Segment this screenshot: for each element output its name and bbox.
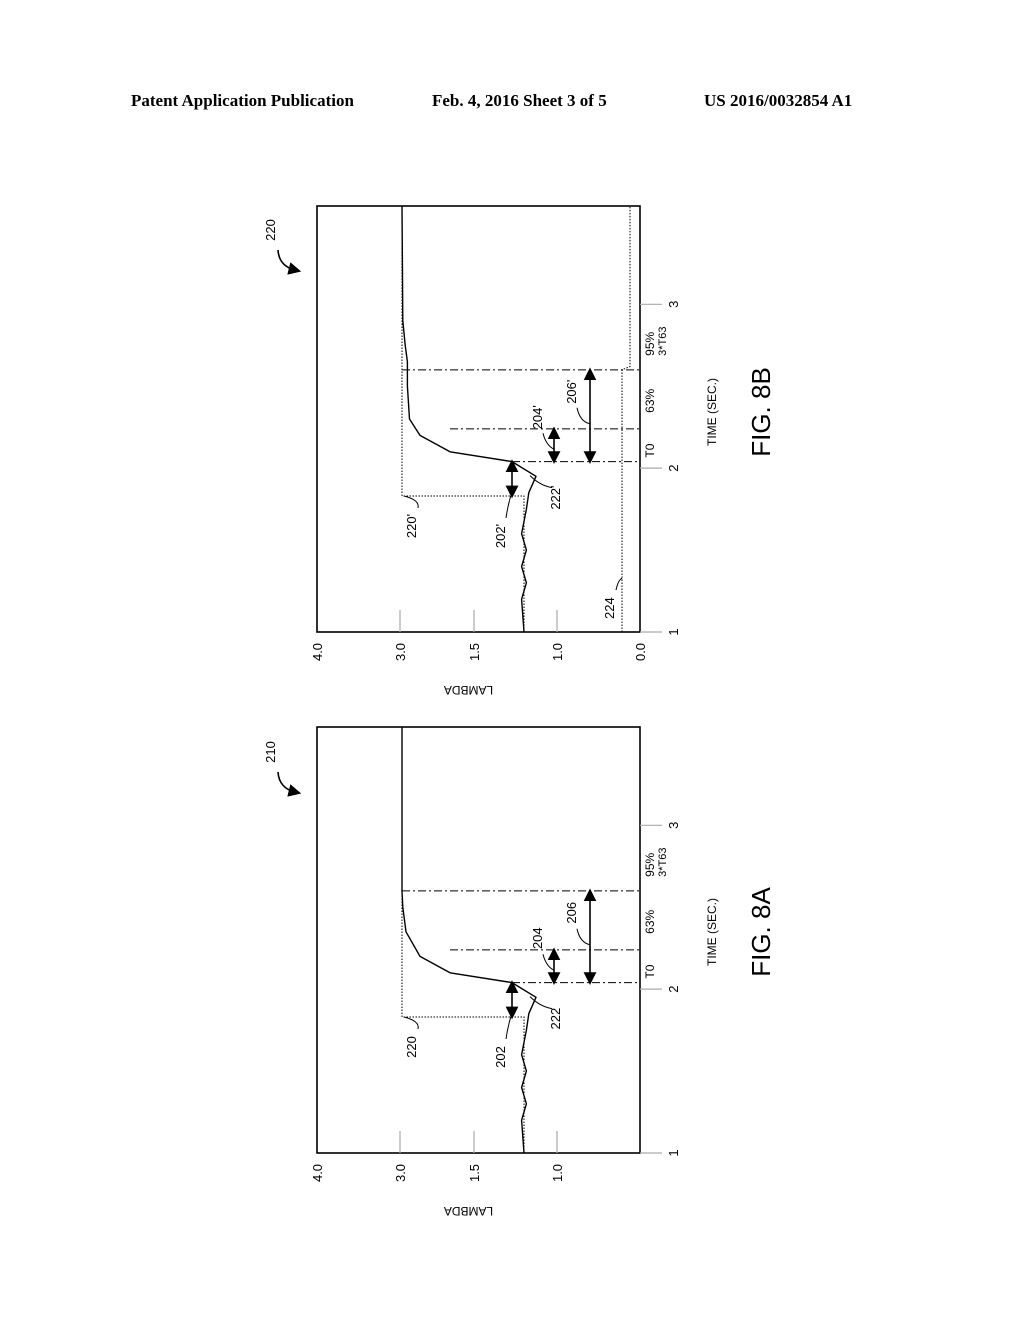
time-tick-label: 2 [666,986,681,993]
annotation-label: 224 [602,597,617,619]
annotation-label: 220 [404,1036,419,1058]
leader-line [615,577,623,591]
figure-ref-arrow [277,249,302,275]
series-dotted-224 [621,206,631,632]
marker-label: 63% [643,388,657,412]
annotation-label: 222' [548,486,563,510]
series-line-222 [401,727,537,1154]
lambda-tick-label: 3.0 [393,643,408,661]
figures: 1 2 3 4.0 3.0 1.5 1.0 0.0 LAMBDA TIME (SEC.) FIG. … [263,205,776,1218]
lambda-tick-label: 1.0 [550,643,565,661]
plot-frame [316,726,641,1154]
lambda-tick-label: 1.5 [467,1164,482,1182]
marker-sublabel: 3*T63 [657,326,669,355]
lambda-tick-label: 4.0 [310,643,325,661]
marker-label: T0 [643,443,657,457]
time-tick-label: 3 [666,822,681,829]
leader-line [576,407,591,425]
lambda-tick-label: 1.0 [550,1164,565,1182]
lambda-tick-label: 0.0 [633,643,648,661]
figure-8b: 1 2 3 4.0 3.0 1.5 1.0 0.0 LAMBDA TIME (SEC.) FIG. … [263,205,776,697]
marker-label: T0 [643,964,657,978]
annotation-label: 220' [404,514,419,538]
time-tick-label: 1 [666,1149,681,1156]
time-axis-label: TIME (SEC.) [705,378,719,446]
series-dotted-220p [401,206,525,632]
time-tick-label: 3 [666,301,681,308]
leader-line [403,1016,419,1030]
figure-8a: 1 2 3 4.0 3.0 1.5 1.0 LAMBDA TIME (SEC.) FIG. 8A 2… [263,726,776,1218]
leader-line [576,928,591,946]
time-axis-label: TIME (SEC.) [705,898,719,966]
annotation-label: 202' [493,524,508,548]
annotation-label: 204' [530,405,545,429]
marker-label: 95% [643,331,657,355]
series-dotted-220 [401,727,525,1153]
annotation-label: 206 [564,902,579,924]
figure-ref-numeral: 210 [263,741,278,763]
lambda-tick-label: 3.0 [393,1164,408,1182]
lambda-axis-label: LAMBDA [444,1204,493,1218]
series-line-222p [401,205,537,633]
lambda-axis-label: LAMBDA [444,683,493,697]
figure-label: FIG. 8B [746,367,776,457]
figure-label: FIG. 8A [746,887,776,977]
lambda-tick-label: 1.5 [467,643,482,661]
leader-line [403,495,419,509]
time-tick-label: 2 [666,465,681,472]
marker-label: 63% [643,909,657,933]
annotation-label: 204 [530,927,545,949]
annotation-label: 222 [548,1008,563,1030]
leader-line [542,433,555,450]
figure-ref-numeral: 220 [263,219,278,241]
time-tick-label: 1 [666,628,681,635]
plot-frame [316,205,641,633]
annotation-label: 206' [564,380,579,404]
leader-line [542,954,555,971]
annotation-label: 202 [493,1046,508,1068]
marker-sublabel: 3*T63 [657,847,669,876]
lambda-tick-label: 4.0 [310,1164,325,1182]
figure-ref-arrow [277,771,302,797]
marker-label: 95% [643,852,657,876]
